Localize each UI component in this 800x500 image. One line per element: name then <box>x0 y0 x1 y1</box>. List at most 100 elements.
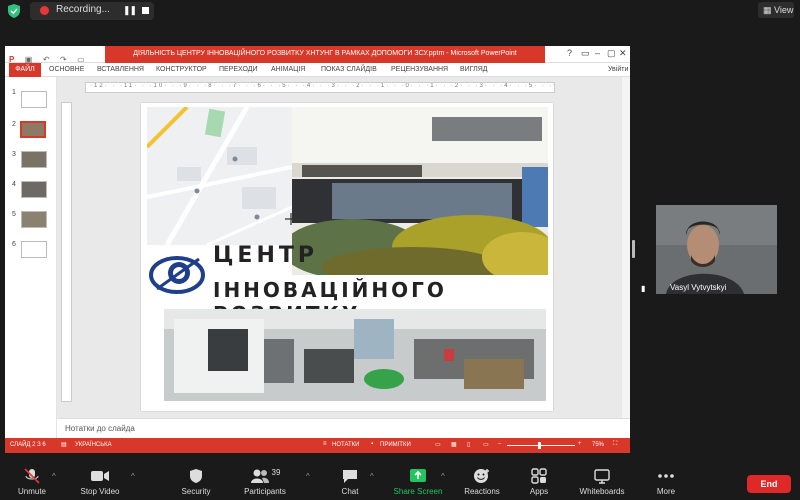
slideshow-view-icon[interactable]: ▭ <box>483 441 489 448</box>
sign-in-link[interactable]: Увійти <box>608 66 628 73</box>
participants-button[interactable]: 39 Participants <box>225 468 305 496</box>
current-slide[interactable]: ЦЕНТР ІННОВАЦІЙНОГО РОЗВИТКУ <box>141 103 553 411</box>
tab-insert[interactable]: ВСТАВЛЕННЯ <box>97 66 144 73</box>
tab-review[interactable]: РЕЦЕНЗУВАННЯ <box>391 66 448 73</box>
slide-thumbnail-3[interactable] <box>21 151 47 168</box>
record-dot-icon <box>40 6 49 15</box>
tab-file[interactable]: ФАЙЛ <box>9 63 41 77</box>
powerpoint-window: P ▣ ↶ ↷ ▭ ДІЯЛЬНІСТЬ ЦЕНТРУ ІННОВАЦІЙНОГ… <box>5 46 630 453</box>
share-options-caret-icon[interactable]: ^ <box>441 472 445 481</box>
vertical-ruler <box>61 102 72 402</box>
comments-toggle-button[interactable]: ПРИМІТКИ <box>380 442 411 448</box>
thumb-number: 5 <box>12 211 16 218</box>
participants-label: Participants <box>244 487 286 496</box>
chat-options-caret-icon[interactable]: ^ <box>370 472 374 481</box>
recording-label: Recording... <box>56 4 110 15</box>
mic-muted-icon <box>24 468 40 484</box>
tab-slideshow[interactable]: ПОКАЗ СЛАЙДІВ <box>321 66 377 73</box>
slide-thumbnail-2[interactable] <box>20 121 46 138</box>
security-button[interactable]: Security <box>164 468 228 496</box>
view-label: View <box>774 5 794 15</box>
tab-animations[interactable]: АНІМАЦІЯ <box>271 66 305 73</box>
zoom-slider-thumb[interactable] <box>538 442 541 449</box>
whiteboards-label: Whiteboards <box>579 487 625 496</box>
participant-video-tile[interactable] <box>656 205 777 294</box>
apps-label: Apps <box>529 487 549 496</box>
thumb-number: 4 <box>12 181 16 188</box>
notes-pane[interactable]: Нотатки до слайда <box>57 418 630 438</box>
share-arrow-icon <box>410 469 426 482</box>
pause-recording-button[interactable]: ❚❚ <box>123 5 137 16</box>
notes-icon: ≡ <box>323 441 327 447</box>
zoom-in-icon[interactable]: + <box>578 441 582 447</box>
horizontal-ruler: ·12· · ·11· · ·10· · ·9· · ·8· · ·7· · ·… <box>85 82 555 93</box>
tab-home[interactable]: ОСНОВНЕ <box>49 66 84 73</box>
smiley-icon <box>474 469 489 483</box>
ppt-title-bar: P ▣ ↶ ↷ ▭ ДІЯЛЬНІСТЬ ЦЕНТРУ ІННОВАЦІЙНОГ… <box>5 46 630 64</box>
ribbon-display-icon[interactable]: ▭ <box>581 48 590 59</box>
whiteboard-icon <box>594 469 610 484</box>
more-label: More <box>656 487 676 496</box>
participants-icon <box>250 469 269 483</box>
normal-view-icon[interactable]: ▭ <box>435 441 441 448</box>
stop-video-label: Stop Video <box>80 487 120 496</box>
slide-thumbnail-6[interactable] <box>21 241 47 258</box>
security-shield-icon <box>190 469 202 483</box>
shield-check-icon[interactable] <box>8 4 20 18</box>
language-indicator[interactable]: УКРАЇНСЬКА <box>75 442 112 448</box>
chat-bubble-icon <box>343 470 357 483</box>
slide-title-line1: ЦЕНТР <box>213 243 318 268</box>
spellcheck-icon[interactable]: ▤ <box>61 441 67 448</box>
signal-bars-icon: ▮ <box>641 284 646 293</box>
end-meeting-button[interactable]: End <box>747 475 791 493</box>
whiteboards-button[interactable]: Whiteboards <box>570 468 634 496</box>
thumb-number: 6 <box>12 241 16 248</box>
reading-view-icon[interactable]: ▯ <box>467 441 470 448</box>
view-button[interactable]: ▦ View <box>758 2 794 18</box>
university-logo-icon <box>149 256 205 294</box>
notes-toggle-button[interactable]: НОТАТКИ <box>332 442 359 448</box>
help-icon[interactable]: ? <box>567 48 572 58</box>
zoom-level[interactable]: 75% <box>592 442 604 448</box>
more-dots-icon <box>658 474 674 478</box>
workshop-photo <box>164 309 546 401</box>
zoom-out-icon[interactable]: – <box>498 441 501 447</box>
unmute-label: Unmute <box>17 487 46 496</box>
slide-thumbnail-4[interactable] <box>21 181 47 198</box>
reactions-label: Reactions <box>464 487 500 496</box>
reactions-button[interactable]: Reactions <box>450 468 514 496</box>
stop-video-button[interactable]: Stop Video <box>68 468 132 496</box>
move-cursor-icon <box>285 213 297 225</box>
slide-thumbnail-5[interactable] <box>21 211 47 228</box>
video-options-caret-icon[interactable]: ^ <box>131 472 135 481</box>
tab-design[interactable]: КОНСТРУКТОР <box>156 66 207 73</box>
thumb-number: 3 <box>12 151 16 158</box>
minimize-icon[interactable]: – <box>595 48 600 58</box>
more-button[interactable]: More <box>634 468 698 496</box>
apps-grid-icon <box>531 468 547 484</box>
thumb-number: 2 <box>12 121 16 128</box>
video-camera-icon <box>91 471 109 481</box>
fit-slide-icon[interactable]: ⛶ <box>613 441 617 448</box>
participants-count: 39 <box>271 468 281 477</box>
security-label: Security <box>181 487 211 496</box>
share-screen-label: Share Screen <box>393 487 443 496</box>
slide-thumbnail-1[interactable] <box>21 91 47 108</box>
zoom-slider[interactable] <box>507 445 575 446</box>
participants-options-caret-icon[interactable]: ^ <box>306 472 310 481</box>
window-title: ДІЯЛЬНІСТЬ ЦЕНТРУ ІННОВАЦІЙНОГО РОЗВИТКУ… <box>105 46 545 63</box>
close-icon[interactable]: ✕ <box>619 48 627 59</box>
editor-scrollbar[interactable] <box>622 77 630 418</box>
tab-view[interactable]: ВИГЛЯД <box>460 66 488 73</box>
stop-recording-button[interactable] <box>142 7 149 14</box>
sorter-view-icon[interactable]: ▦ <box>451 441 457 448</box>
map-image <box>147 107 292 245</box>
maximize-icon[interactable]: ▢ <box>607 48 616 59</box>
panel-resize-handle[interactable] <box>632 240 635 258</box>
tab-transitions[interactable]: ПЕРЕХОДИ <box>219 66 258 73</box>
slide-thumbnails-pane: 1 2 3 4 5 6 <box>5 77 57 438</box>
apps-button[interactable]: Apps <box>507 468 571 496</box>
slide-counter: СЛАЙД 2 З 6 <box>10 442 46 448</box>
comments-icon: ▪ <box>371 441 374 447</box>
audio-options-caret-icon[interactable]: ^ <box>52 472 56 481</box>
